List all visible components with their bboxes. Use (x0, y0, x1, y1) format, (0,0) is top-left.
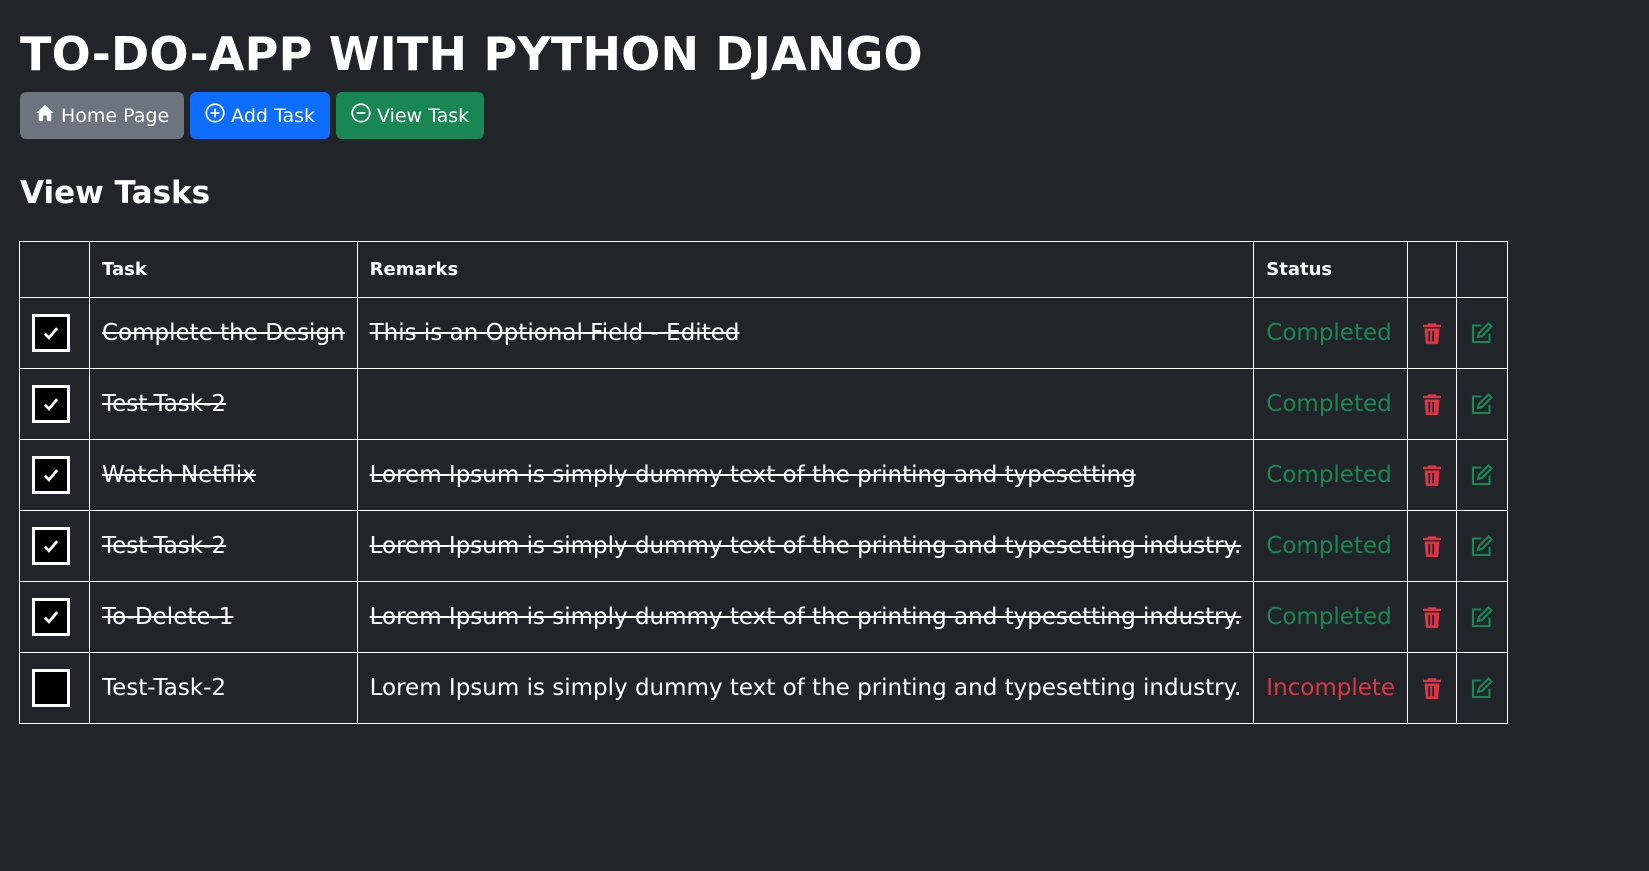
table-row: Test-Task-2 Lorem Ipsum is simply dummy … (19, 510, 1509, 582)
add-task-button[interactable]: Add Task (190, 92, 330, 139)
task-remarks: Lorem Ipsum is simply dummy text of the … (356, 652, 1255, 724)
task-remarks (356, 368, 1255, 440)
task-remarks: Lorem Ipsum is simply dummy text of the … (356, 581, 1255, 653)
table-row: Watch Netflix Lorem Ipsum is simply dumm… (19, 439, 1509, 511)
trash-icon[interactable] (1420, 391, 1444, 417)
task-checkbox[interactable] (32, 669, 70, 707)
status-badge: Incomplete (1253, 652, 1409, 724)
check-icon (43, 611, 59, 624)
edit-cell (1456, 297, 1509, 369)
table-body: Complete the Design This is an Optional … (19, 297, 1509, 724)
table-row: To-Delete-1 Lorem Ipsum is simply dummy … (19, 581, 1509, 653)
check-icon (43, 469, 59, 482)
task-checkbox[interactable] (32, 598, 70, 636)
task-name: Test-Task-2 (89, 652, 358, 724)
pencil-square-icon[interactable] (1470, 391, 1494, 417)
task-name: Test-Task-2 (89, 510, 358, 582)
trash-icon[interactable] (1420, 320, 1444, 346)
delete-cell (1407, 297, 1458, 369)
trash-icon[interactable] (1420, 533, 1444, 559)
plus-circle-icon (205, 103, 225, 128)
task-checkbox[interactable] (32, 385, 70, 423)
task-checkbox[interactable] (32, 456, 70, 494)
status-badge: Completed (1253, 581, 1409, 653)
edit-cell (1456, 439, 1509, 511)
view-task-button[interactable]: View Task (336, 92, 485, 139)
edit-cell (1456, 510, 1509, 582)
task-name: Test-Task-2 (89, 368, 358, 440)
task-name: Watch Netflix (89, 439, 358, 511)
task-remarks: Lorem Ipsum is simply dummy text of the … (356, 510, 1255, 582)
header-delete (1407, 241, 1458, 298)
pencil-square-icon[interactable] (1470, 320, 1494, 346)
edit-cell (1456, 581, 1509, 653)
pencil-square-icon[interactable] (1470, 604, 1494, 630)
check-icon (43, 398, 59, 411)
table-header-row: Task Remarks Status (19, 241, 1509, 298)
trash-icon[interactable] (1420, 462, 1444, 488)
delete-cell (1407, 652, 1458, 724)
checkbox-cell (19, 652, 90, 724)
status-badge: Completed (1253, 439, 1409, 511)
header-edit (1456, 241, 1509, 298)
checkbox-cell (19, 297, 90, 369)
page-container: TO-DO-APP WITH PYTHON DJANGO Home Page A… (20, 22, 923, 213)
task-checkbox[interactable] (32, 314, 70, 352)
pencil-square-icon[interactable] (1470, 533, 1494, 559)
status-badge: Completed (1253, 510, 1409, 582)
table-row: Test-Task-2 Lorem Ipsum is simply dummy … (19, 652, 1509, 724)
home-page-button[interactable]: Home Page (20, 92, 185, 139)
status-badge: Completed (1253, 368, 1409, 440)
delete-cell (1407, 510, 1458, 582)
delete-cell (1407, 581, 1458, 653)
pencil-square-icon[interactable] (1470, 462, 1494, 488)
table-row: Complete the Design This is an Optional … (19, 297, 1509, 369)
header-task: Task (89, 241, 358, 298)
header-check (19, 241, 90, 298)
checkbox-cell (19, 510, 90, 582)
nav-bar: Home Page Add Task View Task (20, 92, 923, 139)
view-task-label: View Task (377, 104, 470, 127)
header-remarks: Remarks (356, 241, 1255, 298)
check-icon (43, 540, 59, 553)
tasks-table: Task Remarks Status Complete the Design … (19, 241, 1509, 724)
checkbox-cell (19, 581, 90, 653)
section-title: View Tasks (20, 175, 211, 211)
edit-cell (1456, 652, 1509, 724)
task-name: To-Delete-1 (89, 581, 358, 653)
status-badge: Completed (1253, 297, 1409, 369)
home-page-label: Home Page (61, 104, 170, 127)
delete-cell (1407, 368, 1458, 440)
pencil-square-icon[interactable] (1470, 675, 1494, 701)
task-remarks: This is an Optional Field - Edited (356, 297, 1255, 369)
check-icon (43, 327, 59, 340)
delete-cell (1407, 439, 1458, 511)
app-title: TO-DO-APP WITH PYTHON DJANGO (20, 27, 923, 81)
dash-circle-icon (351, 103, 371, 128)
trash-icon[interactable] (1420, 604, 1444, 630)
checkbox-cell (19, 439, 90, 511)
add-task-label: Add Task (231, 104, 315, 127)
trash-icon[interactable] (1420, 675, 1444, 701)
task-checkbox[interactable] (32, 527, 70, 565)
task-remarks: Lorem Ipsum is simply dummy text of the … (356, 439, 1255, 511)
task-name: Complete the Design (89, 297, 358, 369)
header-status: Status (1253, 241, 1409, 298)
checkbox-cell (19, 368, 90, 440)
edit-cell (1456, 368, 1509, 440)
table-row: Test-Task-2 Completed (19, 368, 1509, 440)
house-icon (35, 103, 55, 128)
